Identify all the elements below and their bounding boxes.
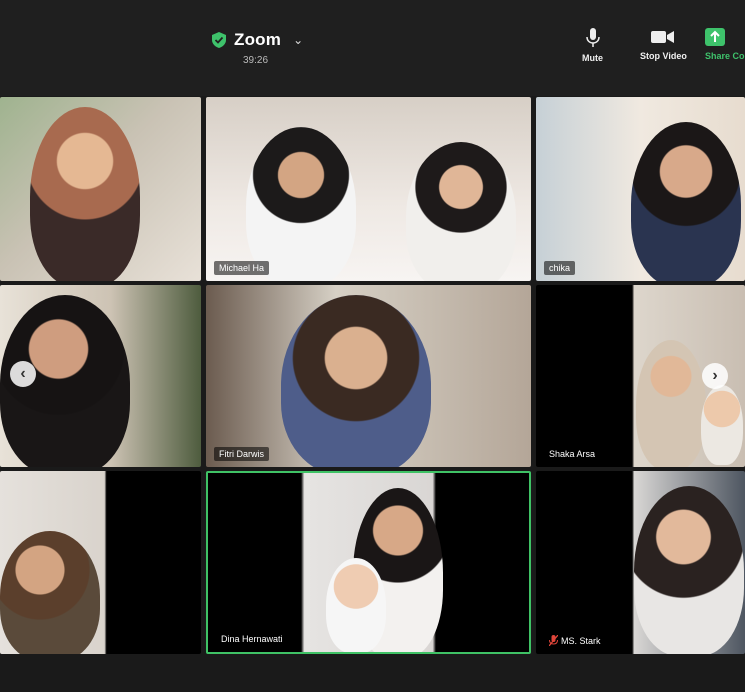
video-camera-icon [651, 31, 675, 43]
meeting-header: Zoom ⌄ 39:26 Mute Stop Video Share Co [0, 0, 745, 96]
participant-video [30, 107, 140, 281]
video-tile[interactable]: › Shaka Arsa [536, 285, 745, 467]
participant-video [701, 385, 743, 465]
stop-video-label: Stop Video [640, 51, 687, 61]
participant-video [326, 558, 386, 652]
participant-name-label: Dina Hernawati [216, 632, 288, 646]
participant-name-label: chika [544, 261, 576, 275]
meeting-footer [0, 656, 745, 692]
meeting-title-group[interactable]: Zoom ⌄ [212, 30, 303, 50]
participant-video [634, 486, 744, 654]
video-tile[interactable] [0, 97, 201, 281]
participant-video [0, 531, 100, 654]
video-tile[interactable]: ‹ [0, 285, 201, 467]
participant-video [631, 122, 741, 281]
participant-video [246, 127, 356, 281]
participant-name: Fitri Darwis [219, 449, 264, 459]
stop-video-button[interactable]: Stop Video [640, 28, 687, 61]
meeting-timer: 39:26 [243, 55, 269, 66]
app-title: Zoom [234, 30, 282, 49]
share-screen-button[interactable]: Share Co [705, 28, 745, 61]
participant-name-label: Michael Ha [214, 261, 270, 275]
participant-name: chika [549, 263, 571, 273]
participant-video [406, 142, 516, 281]
share-screen-icon [705, 28, 725, 46]
participant-name: Shaka Arsa [549, 449, 596, 459]
video-tile[interactable]: MS. Stark [536, 471, 745, 654]
security-shield-icon [212, 32, 226, 48]
chevron-down-icon[interactable]: ⌄ [293, 33, 303, 47]
participant-name: MS. Stark [561, 635, 601, 646]
share-screen-label: Share Co [705, 51, 745, 61]
participant-video [281, 295, 431, 467]
participant-video [636, 340, 706, 467]
video-grid: Michael Ha chika ‹ Fitri Darwis › Shaka … [0, 96, 745, 656]
video-tile[interactable]: Fitri Darwis [206, 285, 531, 467]
video-tile[interactable]: Michael Ha [206, 97, 531, 281]
participant-name: Michael Ha [219, 263, 265, 273]
participant-name-label: MS. Stark [544, 633, 606, 648]
participant-name: Dina Hernawati [221, 634, 283, 644]
participant-name-label: Shaka Arsa [544, 447, 601, 461]
microphone-icon [585, 28, 600, 47]
video-tile-active-speaker[interactable]: Dina Hernawati [206, 471, 531, 654]
mute-button[interactable]: Mute [582, 28, 603, 63]
video-tile[interactable] [0, 471, 201, 654]
participant-name-label: Fitri Darwis [214, 447, 269, 461]
video-tile[interactable]: chika [536, 97, 745, 281]
next-page-arrow-icon[interactable]: › [702, 363, 728, 389]
previous-page-arrow-icon[interactable]: ‹ [10, 361, 36, 387]
muted-microphone-icon [549, 635, 558, 646]
mute-label: Mute [582, 53, 603, 63]
